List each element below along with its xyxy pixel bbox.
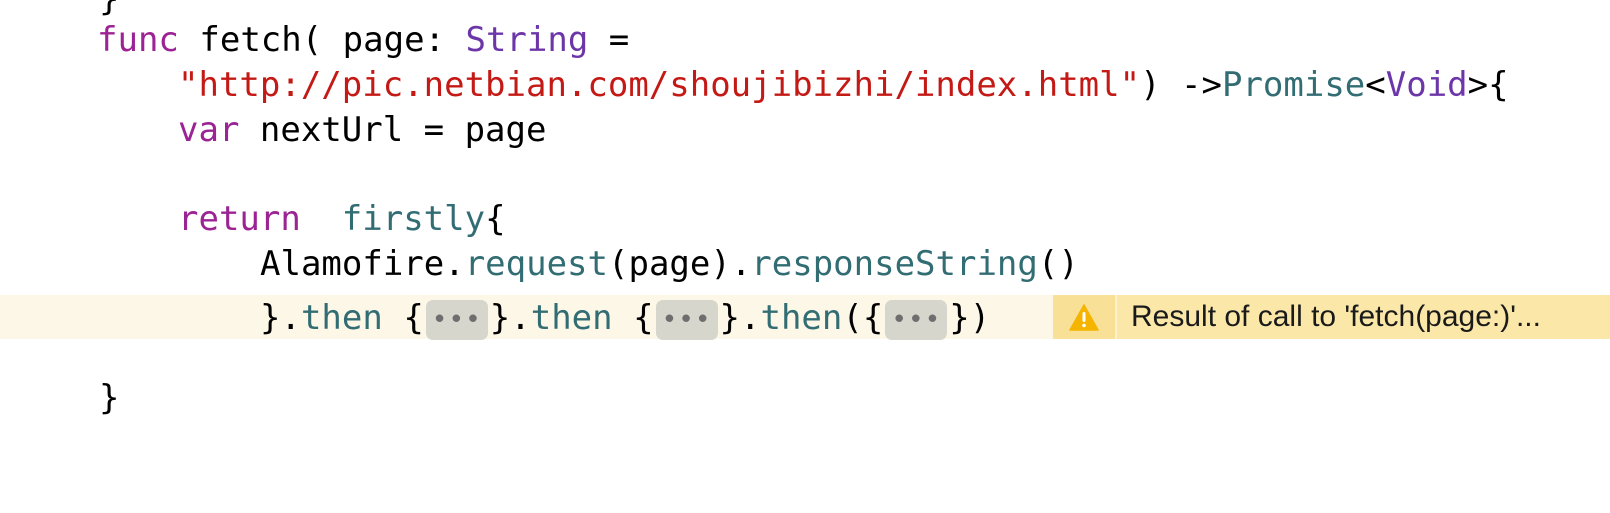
- then-call-1: then: [300, 298, 383, 338]
- inline-warning[interactable]: Result of call to 'fetch(page:)'...: [1053, 295, 1610, 339]
- code-line-url: "http://pic.netbian.com/shoujibizhi/inde…: [0, 62, 1509, 108]
- function-name: fetch( page:: [199, 20, 466, 60]
- keyword-return: return: [178, 199, 301, 239]
- generic-open: <: [1365, 65, 1386, 105]
- code-fold-1[interactable]: •••: [425, 299, 488, 340]
- request-method: request: [464, 244, 608, 284]
- return-arrow: ) ->: [1140, 65, 1222, 105]
- warning-message: Result of call to 'fetch(page:)'...: [1131, 300, 1541, 333]
- alamofire-request: Alamofire.request(page).responseString(): [260, 241, 1079, 287]
- closing-brace-bottom: }: [99, 378, 120, 418]
- warning-icon-box[interactable]: [1053, 295, 1117, 339]
- response-string-method: responseString: [751, 244, 1038, 284]
- func-signature: func fetch( page: String =: [97, 17, 629, 63]
- then-call-2: then: [530, 298, 613, 338]
- open-brace-3: ({: [842, 298, 884, 338]
- var-declaration: var nextUrl = page: [178, 107, 546, 153]
- return-statement: return firstly{: [178, 196, 506, 242]
- var-rest: nextUrl = page: [239, 110, 547, 150]
- close-brace-3: }): [949, 298, 991, 338]
- open-brace: {: [485, 199, 506, 239]
- then-chain: }.then {•••}.then {•••}.then({•••}): [260, 295, 990, 341]
- close-brace-2: }.: [719, 298, 761, 338]
- generic-close-brace: >{: [1467, 65, 1509, 105]
- close-brace-1: }.: [489, 298, 531, 338]
- equals-sign: =: [588, 20, 630, 60]
- type-promise: Promise: [1221, 65, 1366, 105]
- code-line-return: return firstly{: [0, 196, 506, 242]
- default-url-line: "http://pic.netbian.com/shoujibizhi/inde…: [178, 62, 1509, 108]
- type-void: Void: [1385, 65, 1468, 105]
- keyword-var: var: [178, 110, 240, 150]
- type-string: String: [465, 20, 589, 60]
- code-fold-3[interactable]: •••: [885, 299, 948, 340]
- firstly-call: firstly: [341, 199, 486, 239]
- code-line-then-chain: }.then {•••}.then {•••}.then({•••}): [0, 295, 990, 341]
- code-fold-2[interactable]: •••: [655, 299, 718, 340]
- code-line-brace-bottom: }: [0, 375, 119, 421]
- page-argument: (page).: [608, 244, 752, 284]
- then-call-3: then: [760, 298, 843, 338]
- warning-triangle-icon: [1069, 303, 1099, 331]
- call-parens: (): [1037, 244, 1079, 284]
- url-string-literal: "http://pic.netbian.com/shoujibizhi/inde…: [178, 65, 1141, 105]
- spacing: [301, 199, 342, 239]
- open-brace-1: {: [382, 298, 424, 338]
- keyword-func: func: [97, 20, 179, 60]
- code-line-alamofire: Alamofire.request(page).responseString(): [0, 241, 1079, 287]
- open-brace-2: {: [612, 298, 654, 338]
- code-line-func: func fetch( page: String =: [0, 17, 629, 63]
- alamofire-module: Alamofire.: [260, 244, 465, 284]
- code-line-var: var nextUrl = page: [0, 107, 546, 153]
- close-firstly: }.: [260, 298, 301, 338]
